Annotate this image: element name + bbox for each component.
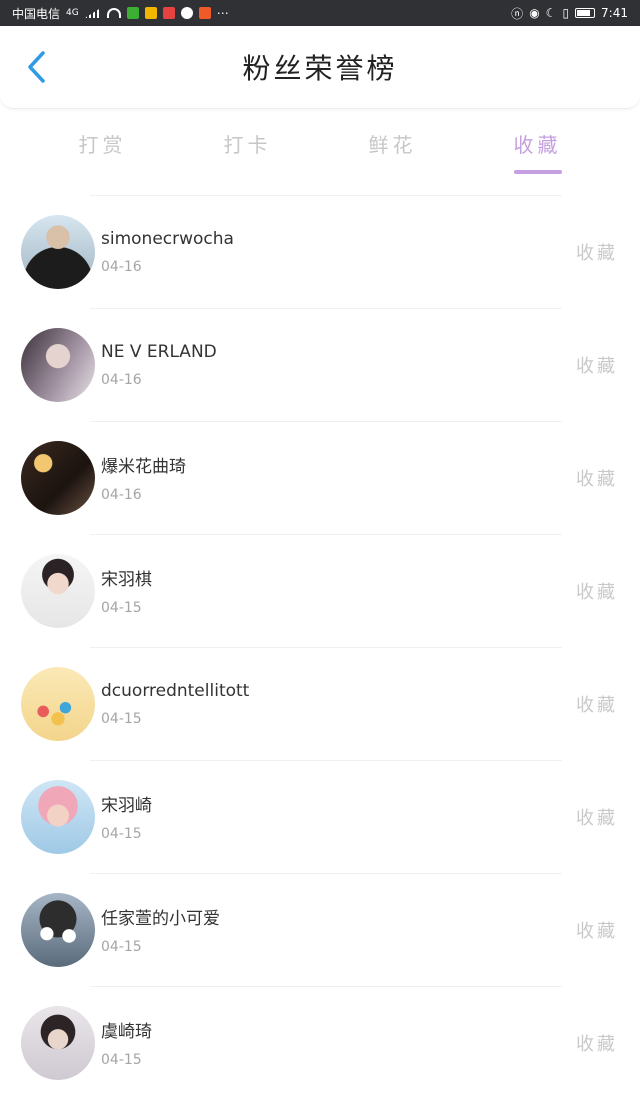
eye-icon: ◉ [529,6,540,20]
list-item[interactable]: 虞崎琦 04-15 收藏 [0,986,640,1099]
status-bar: 中国电信 4G ⋯ ⓝ ◉ ☾ ▯ 7:41 [0,0,640,26]
back-button[interactable] [18,47,54,87]
fan-info: dcuorredntellitott 04-15 [101,681,558,727]
fan-date: 04-15 [101,600,142,616]
fan-info: 虞崎琦 04-15 [101,1017,558,1068]
app-icon [162,7,175,19]
avatar [21,1005,95,1080]
app-icon [144,7,157,19]
fan-name: NE V ERLAND [101,341,217,362]
action-label: 收藏 [576,581,618,603]
signal-icon [84,8,101,18]
tab-checkin[interactable]: 打卡 [224,119,272,176]
fan-name: 宋羽棋 [101,570,152,590]
fan-date: 04-16 [101,258,142,275]
avatar [21,214,95,289]
fan-name: simonecrwocha [101,228,234,249]
tab-flowers[interactable]: 鲜花 [369,119,417,176]
action-label: 收藏 [576,920,618,942]
carrier-label: 中国电信 [12,6,61,21]
fan-name: 爆米花曲琦 [101,457,186,477]
avatar [21,779,95,854]
list-item[interactable]: 宋羽棋 04-15 收藏 [0,534,640,647]
fan-list: simonecrwocha 04-16 收藏 NE V ERLAND 04-16… [0,195,640,1099]
chevron-left-icon [28,51,45,83]
avatar [21,327,95,402]
fan-info: simonecrwocha 04-16 [101,229,558,275]
list-item[interactable]: dcuorredntellitott 04-15 收藏 [0,647,640,760]
fan-date: 04-16 [101,371,142,388]
action-label: 收藏 [576,468,618,490]
fan-info: 爆米花曲琦 04-16 [101,452,558,503]
avatar [21,666,95,741]
moon-icon: ☾ [545,6,557,20]
wechat-icon [126,7,139,19]
list-item[interactable]: simonecrwocha 04-16 收藏 [0,195,640,308]
wifi-icon [106,8,121,18]
fan-info: 宋羽崎 04-15 [101,791,558,842]
network-label: 4G [66,8,79,18]
fan-name: 宋羽崎 [101,796,152,816]
fan-info: 宋羽棋 04-15 [101,565,558,616]
avatar [21,440,95,515]
clock: 7:41 [601,6,628,20]
battery-icon [575,8,596,18]
tab-reward[interactable]: 打赏 [79,119,127,176]
fan-date: 04-15 [101,939,142,955]
fan-date: 04-15 [101,710,142,727]
tab-bar: 打赏 打卡 鲜花 收藏 [0,109,640,185]
avatar [21,553,95,628]
action-label: 收藏 [576,355,618,377]
fan-date: 04-15 [101,826,142,842]
list-item[interactable]: 爆米花曲琦 04-16 收藏 [0,421,640,534]
page-title: 粉丝荣誉榜 [242,52,398,85]
fan-name: dcuorredntellitott [101,680,250,701]
fan-name: 虞崎琦 [101,1022,152,1042]
vibrate-icon: ▯ [562,6,570,20]
list-item[interactable]: 任家萱的小可爱 04-15 收藏 [0,873,640,986]
qq-icon [180,7,193,19]
more-notifications-icon: ⋯ [216,6,229,20]
action-label: 收藏 [576,694,618,716]
avatar [21,892,95,967]
list-item[interactable]: NE V ERLAND 04-16 收藏 [0,308,640,421]
app-header: 粉丝荣誉榜 [0,26,640,109]
action-label: 收藏 [576,242,618,264]
fan-name: 任家萱的小可爱 [101,909,220,929]
fan-info: NE V ERLAND 04-16 [101,342,558,388]
weibo-icon [198,7,211,19]
fan-date: 04-16 [101,487,142,503]
action-label: 收藏 [576,807,618,829]
nfc-icon: ⓝ [511,6,524,21]
action-label: 收藏 [576,1033,618,1055]
status-left: 中国电信 4G ⋯ [12,5,229,22]
tab-favorites[interactable]: 收藏 [513,119,562,176]
list-item[interactable]: 宋羽崎 04-15 收藏 [0,760,640,873]
fan-info: 任家萱的小可爱 04-15 [101,904,558,955]
status-right: ⓝ ◉ ☾ ▯ 7:41 [511,5,628,22]
